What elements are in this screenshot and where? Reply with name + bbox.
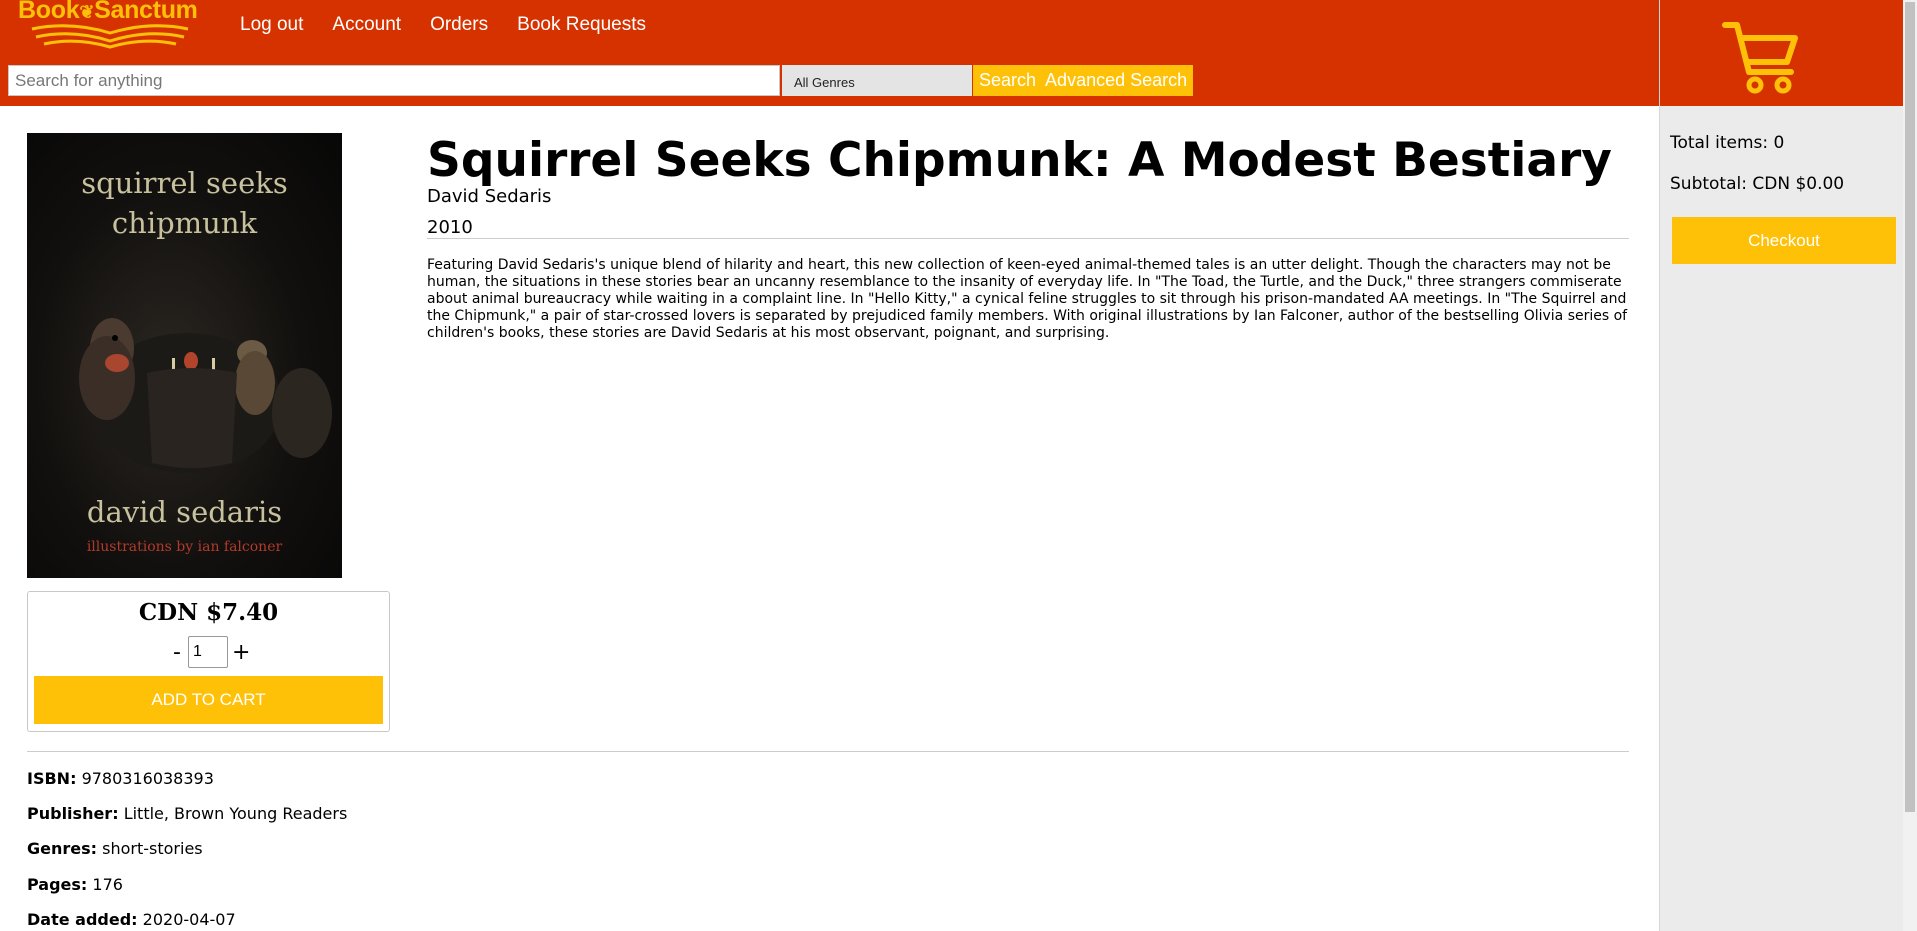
search-input[interactable] bbox=[8, 65, 780, 96]
divider bbox=[27, 751, 1629, 752]
cover-illustration bbox=[79, 318, 332, 473]
meta-publisher: Publisher: Little, Brown Young Readers bbox=[27, 804, 348, 823]
logo[interactable]: Book❦Sanctum bbox=[18, 0, 203, 52]
quantity-stepper: - + bbox=[170, 636, 250, 668]
cart-total-items: Total items: 0 bbox=[1670, 133, 1785, 153]
nav-orders[interactable]: Orders bbox=[430, 14, 488, 36]
search-button[interactable]: Search bbox=[979, 70, 1036, 91]
cover-illustrator: illustrations by ian falconer bbox=[86, 539, 283, 555]
search-button-group: Search Advanced Search bbox=[973, 65, 1194, 96]
book-title: Squirrel Seeks Chipmunk: A Modest Bestia… bbox=[427, 133, 1612, 188]
meta-date-added: Date added: 2020-04-07 bbox=[27, 910, 236, 929]
meta-genres: Genres: short-stories bbox=[27, 839, 203, 858]
logo-text: Book❦Sanctum bbox=[18, 0, 198, 24]
cart-sidebar: Total items: 0 Subtotal: CDN $0.00 Check… bbox=[1659, 0, 1904, 931]
cart-subtotal: Subtotal: CDN $0.00 bbox=[1670, 174, 1845, 194]
cover-title: squirrel seeks chipmunk bbox=[81, 166, 288, 240]
book-description: Featuring David Sedaris's unique blend o… bbox=[427, 257, 1628, 341]
buy-box: CDN $7.40 - + ADD TO CART bbox=[27, 591, 390, 732]
book-price: CDN $7.40 bbox=[138, 599, 279, 626]
quantity-input[interactable] bbox=[188, 636, 228, 668]
meta-pages: Pages: 176 bbox=[27, 875, 123, 894]
divider bbox=[427, 238, 1629, 239]
main-nav: Log out Account Orders Book Requests bbox=[240, 14, 646, 36]
header-bar: Book❦Sanctum Log out Account Orders Book… bbox=[0, 0, 1659, 106]
book-cover: squirrel seeks chipmunk david sedaris ill… bbox=[27, 133, 342, 578]
add-to-cart-button[interactable]: ADD TO CART bbox=[34, 676, 383, 724]
book-author: David Sedaris bbox=[427, 186, 552, 207]
book-year: 2010 bbox=[427, 217, 473, 238]
scrollbar-thumb[interactable] bbox=[1905, 2, 1915, 812]
increase-quantity-button[interactable]: + bbox=[232, 640, 250, 665]
nav-logout[interactable]: Log out bbox=[240, 14, 303, 36]
open-book-icon bbox=[31, 24, 189, 49]
nav-account[interactable]: Account bbox=[332, 14, 401, 36]
maple-leaf-icon: ❦ bbox=[79, 2, 95, 22]
cover-author: david sedaris bbox=[86, 495, 283, 529]
checkout-button[interactable]: Checkout bbox=[1672, 217, 1896, 264]
cart-icon[interactable] bbox=[1721, 20, 1801, 96]
decrease-quantity-button[interactable]: - bbox=[170, 640, 184, 665]
genre-select[interactable]: All Genres bbox=[782, 65, 972, 96]
page-scrollbar[interactable] bbox=[1903, 0, 1917, 931]
advanced-search-button[interactable]: Advanced Search bbox=[1045, 70, 1187, 91]
nav-book-requests[interactable]: Book Requests bbox=[517, 14, 646, 36]
meta-isbn: ISBN: 9780316038393 bbox=[27, 769, 214, 788]
cart-header bbox=[1660, 0, 1904, 106]
